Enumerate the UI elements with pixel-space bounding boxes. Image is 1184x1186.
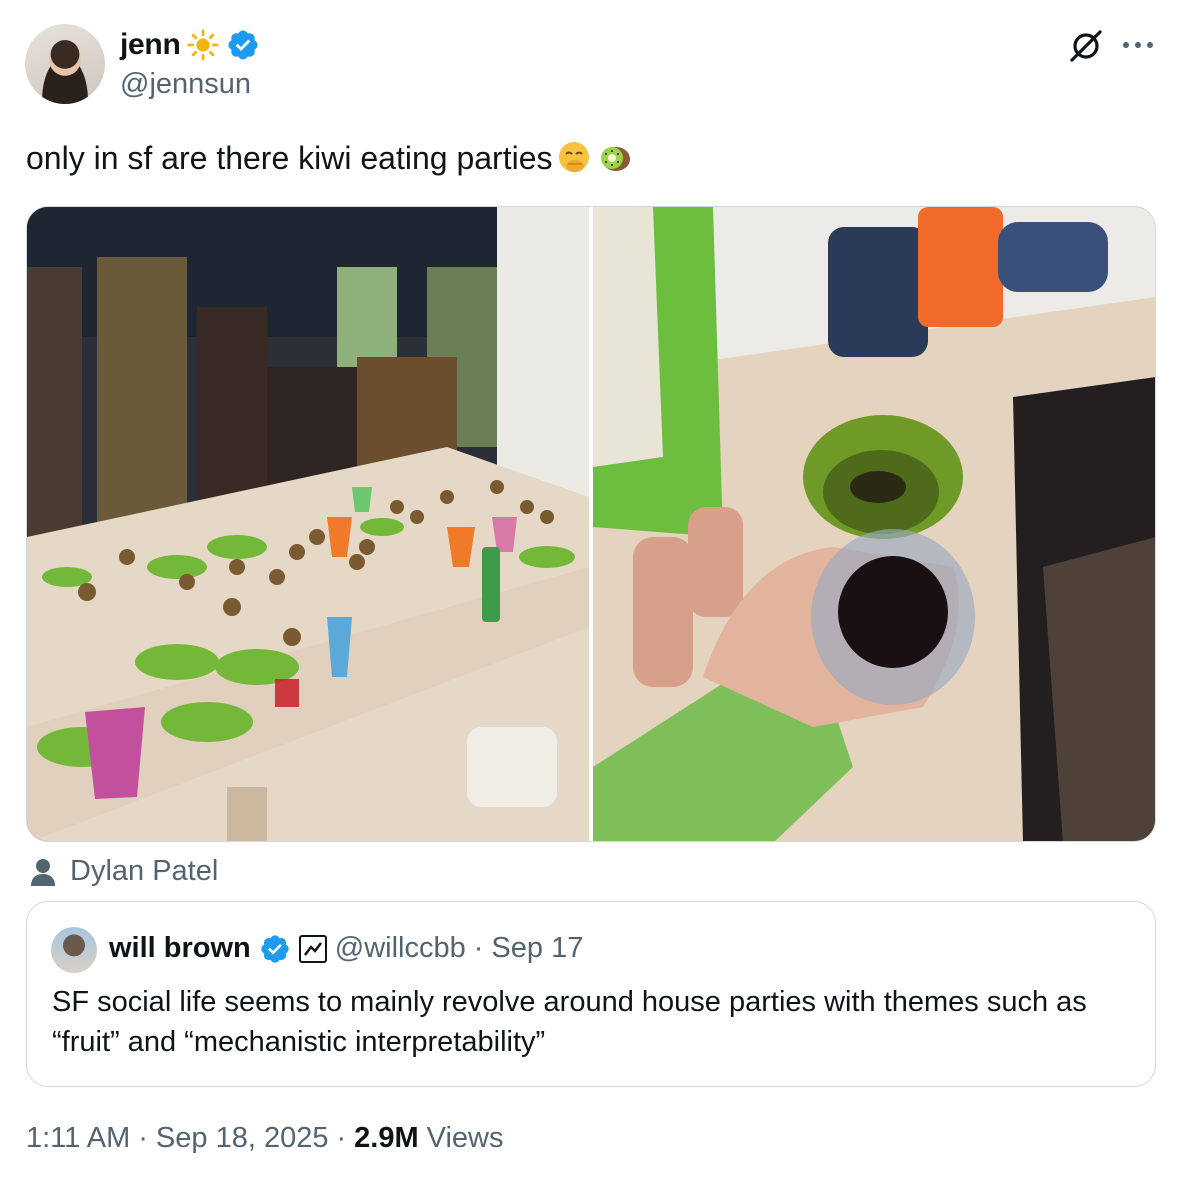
- photo-kiwi-shot[interactable]: [592, 207, 1155, 841]
- meta-separator: ·: [336, 1122, 347, 1154]
- person-icon: [31, 858, 55, 886]
- author-handle[interactable]: @jennsun: [120, 68, 251, 101]
- face-with-hand-over-mouth-icon: [559, 142, 590, 172]
- grok-icon[interactable]: [1066, 26, 1106, 66]
- media-grid: [26, 206, 1156, 842]
- meta-separator: ·: [138, 1122, 148, 1154]
- tweet-text: only in sf are there kiwi eating parties: [26, 136, 632, 180]
- tagged-person-name[interactable]: Dylan Patel: [70, 855, 218, 888]
- quote-author-avatar[interactable]: [51, 927, 97, 973]
- photo-party-table[interactable]: [27, 207, 589, 841]
- party-table-illustration: [27, 207, 589, 841]
- kiwi-icon: [601, 147, 631, 171]
- verified-badge-icon[interactable]: [226, 28, 260, 62]
- tweet-meta: 1:11 AM · Sep 18, 2025 · 2.9M Views: [26, 1122, 503, 1155]
- quote-tweet[interactable]: will brown @willccbb · Sep 17 SF social …: [26, 901, 1156, 1087]
- quote-text: SF social life seems to mainly revolve a…: [52, 986, 1087, 1058]
- quote-date[interactable]: Sep 17: [491, 932, 583, 965]
- more-icon[interactable]: [1118, 30, 1158, 60]
- tweet-body: only in sf are there kiwi eating parties: [26, 140, 553, 176]
- quote-author-handle[interactable]: @willccbb: [335, 932, 466, 965]
- views-count: 2.9M: [354, 1122, 419, 1154]
- sun-icon: [187, 29, 220, 61]
- media-tag[interactable]: Dylan Patel: [28, 855, 218, 888]
- author-name-row[interactable]: jenn: [120, 28, 260, 62]
- affiliation-badge-icon[interactable]: [298, 934, 327, 963]
- quote-separator: ·: [473, 932, 484, 964]
- verified-badge-icon[interactable]: [259, 933, 291, 965]
- author-avatar[interactable]: [25, 24, 105, 104]
- quote-author-name[interactable]: will brown: [109, 932, 251, 965]
- author-display-name[interactable]: jenn: [120, 28, 181, 62]
- tweet-date[interactable]: Sep 18, 2025: [156, 1122, 329, 1155]
- kiwi-shot-illustration: [592, 207, 1155, 841]
- views-label: Views: [426, 1122, 504, 1154]
- quote-header: will brown @willccbb · Sep 17: [109, 932, 583, 965]
- tweet-time[interactable]: 1:11 AM: [26, 1122, 130, 1155]
